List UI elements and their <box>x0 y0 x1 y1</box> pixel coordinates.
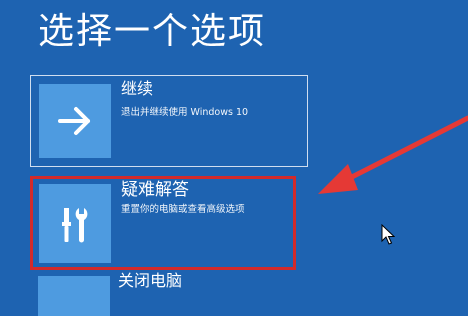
arrow-right-icon <box>58 107 90 135</box>
mouse-cursor-icon <box>381 224 395 245</box>
page-title: 选择一个选项 <box>38 11 267 52</box>
continue-tile <box>39 84 111 158</box>
shutdown-option[interactable]: 关闭电脑 <box>30 270 308 316</box>
troubleshoot-tile <box>39 184 111 263</box>
troubleshoot-title: 疑难解答 <box>121 180 189 200</box>
troubleshoot-option[interactable]: 疑难解答 重置你的电脑或查看高级选项 <box>30 176 296 270</box>
tools-icon <box>62 207 88 242</box>
troubleshoot-description: 重置你的电脑或查看高级选项 <box>121 204 245 215</box>
shutdown-tile <box>38 276 110 316</box>
continue-title: 继续 <box>121 79 154 98</box>
shutdown-title: 关闭电脑 <box>118 271 183 290</box>
continue-option[interactable]: 继续 退出并继续使用 Windows 10 <box>30 75 308 167</box>
continue-description: 退出并继续使用 Windows 10 <box>121 107 249 118</box>
